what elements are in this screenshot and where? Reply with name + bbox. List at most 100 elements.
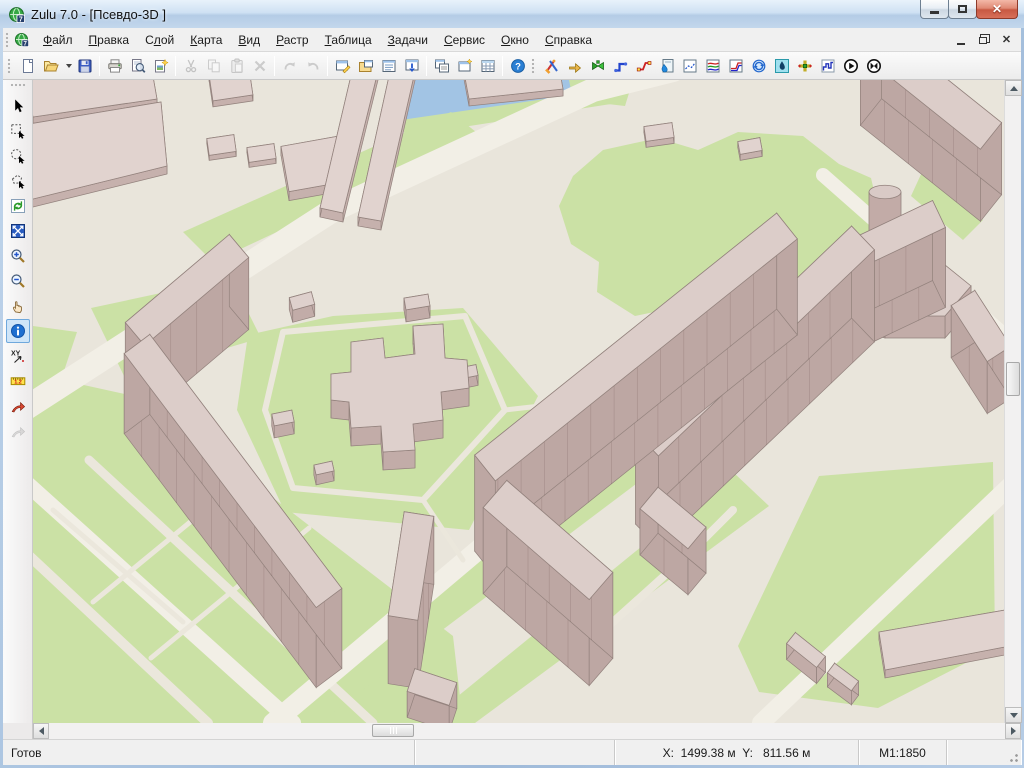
mdi-window-controls: ✕ — [950, 31, 1017, 48]
left-toolbar-grip[interactable] — [10, 83, 26, 88]
paste-button[interactable] — [225, 54, 248, 77]
mdi-minimize-button[interactable] — [950, 31, 971, 48]
piezometric-graph-button[interactable] — [816, 54, 839, 77]
help-button[interactable]: ? — [506, 54, 529, 77]
delete-button[interactable] — [248, 54, 271, 77]
engineering-tools-button[interactable] — [540, 54, 563, 77]
layer-import-button[interactable] — [400, 54, 423, 77]
horizontal-scrollbar[interactable] — [33, 723, 1021, 739]
print-button[interactable] — [103, 54, 126, 77]
goto-flag-button[interactable] — [6, 394, 30, 418]
chart-redblue-icon — [728, 58, 744, 74]
close-button[interactable]: ✕ — [976, 0, 1018, 19]
goto-flag-disabled-icon — [10, 423, 26, 439]
pipe-junction-button[interactable] — [793, 54, 816, 77]
save-button[interactable] — [73, 54, 96, 77]
menu-item-raster[interactable]: Растр — [268, 30, 316, 50]
menubar-grip[interactable] — [5, 32, 10, 48]
chart-dashed-button[interactable] — [678, 54, 701, 77]
scroll-up-button[interactable] — [1005, 80, 1022, 96]
cursor-button[interactable] — [6, 94, 30, 118]
vertical-scroll-thumb[interactable] — [1006, 362, 1020, 396]
document-drop-button[interactable] — [655, 54, 678, 77]
xy-coordinates-button[interactable]: XY — [6, 344, 30, 368]
pipeline-red-button[interactable] — [632, 54, 655, 77]
menu-item-file[interactable]: Файл — [35, 30, 81, 50]
arrow-right-icon — [1011, 727, 1016, 735]
window-new-icon — [457, 58, 473, 74]
menu-item-service[interactable]: Сервис — [436, 30, 493, 50]
layer-properties-button[interactable] — [331, 54, 354, 77]
start-calculation-button[interactable] — [839, 54, 862, 77]
minimize-button[interactable] — [920, 0, 949, 19]
refresh-map-button[interactable] — [6, 194, 30, 218]
menu-item-table[interactable]: Таблица — [317, 30, 380, 50]
scroll-right-button[interactable] — [1005, 723, 1021, 739]
vertical-scrollbar[interactable] — [1004, 80, 1021, 723]
zoom-extent-button[interactable] — [6, 219, 30, 243]
mdi-close-button[interactable]: ✕ — [996, 31, 1017, 48]
pseudo-3d-map[interactable] — [33, 80, 1004, 723]
water-supply-button[interactable] — [770, 54, 793, 77]
valve-green-button[interactable] — [586, 54, 609, 77]
select-polygon-button[interactable] — [6, 169, 30, 193]
resize-grip[interactable] — [1006, 750, 1019, 763]
menu-item-help[interactable]: Справка — [537, 30, 600, 50]
menu-item-map[interactable]: Карта — [182, 30, 230, 50]
zoom-out-button[interactable] — [6, 269, 30, 293]
toolbar-separator — [426, 56, 427, 76]
network-analysis-button[interactable] — [747, 54, 770, 77]
toolbar-grip[interactable] — [531, 58, 536, 74]
goto-flag-disabled-button[interactable] — [6, 419, 30, 443]
window-table-button[interactable] — [476, 54, 499, 77]
print-preview-button[interactable] — [126, 54, 149, 77]
export-image-button[interactable] — [149, 54, 172, 77]
measure-ruler-button[interactable]: 1.2 — [6, 369, 30, 393]
window-copy-button[interactable] — [430, 54, 453, 77]
open-folder-dropdown-button[interactable] — [62, 54, 73, 77]
redo-button[interactable] — [301, 54, 324, 77]
toolbar-grip[interactable] — [7, 58, 12, 74]
chart-redblue-button[interactable] — [724, 54, 747, 77]
horizontal-scroll-track[interactable] — [49, 723, 1005, 739]
menu-item-window[interactable]: Окно — [493, 30, 537, 50]
layer-list-icon — [381, 58, 397, 74]
cut-button[interactable] — [179, 54, 202, 77]
menu-item-tasks[interactable]: Задачи — [380, 30, 436, 50]
scroll-left-button[interactable] — [33, 723, 49, 739]
pan-hand-icon — [10, 298, 26, 314]
valve-circle-button[interactable] — [862, 54, 885, 77]
valve-circle-icon — [866, 58, 882, 74]
copy-button[interactable] — [202, 54, 225, 77]
horizontal-scroll-thumb[interactable] — [372, 724, 414, 737]
pan-hand-button[interactable] — [6, 294, 30, 318]
status-ready: Готов — [3, 740, 415, 765]
chart-multi-button[interactable] — [701, 54, 724, 77]
zoom-in-button[interactable] — [6, 244, 30, 268]
window-new-button[interactable] — [453, 54, 476, 77]
status-scale: М1:1850 — [859, 740, 947, 765]
mdi-minimize-icon — [957, 43, 965, 45]
undo-button[interactable] — [278, 54, 301, 77]
select-circle-button[interactable] — [6, 144, 30, 168]
menu-item-layer[interactable]: Слой — [137, 30, 182, 50]
menu-item-view[interactable]: Вид — [230, 30, 268, 50]
layer-list-button[interactable] — [377, 54, 400, 77]
maximize-button[interactable] — [948, 0, 977, 19]
pipeline-blue-button[interactable] — [609, 54, 632, 77]
convert-arrow-button[interactable] — [563, 54, 586, 77]
pipeline-red-icon — [636, 58, 652, 74]
new-document-button[interactable] — [16, 54, 39, 77]
mdi-restore-button[interactable] — [973, 31, 994, 48]
scroll-down-button[interactable] — [1005, 707, 1022, 723]
vertical-scroll-track[interactable] — [1005, 96, 1021, 707]
redo-icon — [305, 58, 321, 74]
select-rectangle-button[interactable] — [6, 119, 30, 143]
document-window-icon[interactable]: 7 — [14, 32, 29, 47]
layer-folder-button[interactable] — [354, 54, 377, 77]
menu-item-edit[interactable]: Правка — [81, 30, 138, 50]
map-viewport[interactable] — [33, 80, 1004, 723]
pipeline-blue-icon — [613, 58, 629, 74]
open-folder-button[interactable] — [39, 54, 62, 77]
object-info-button[interactable] — [6, 319, 30, 343]
